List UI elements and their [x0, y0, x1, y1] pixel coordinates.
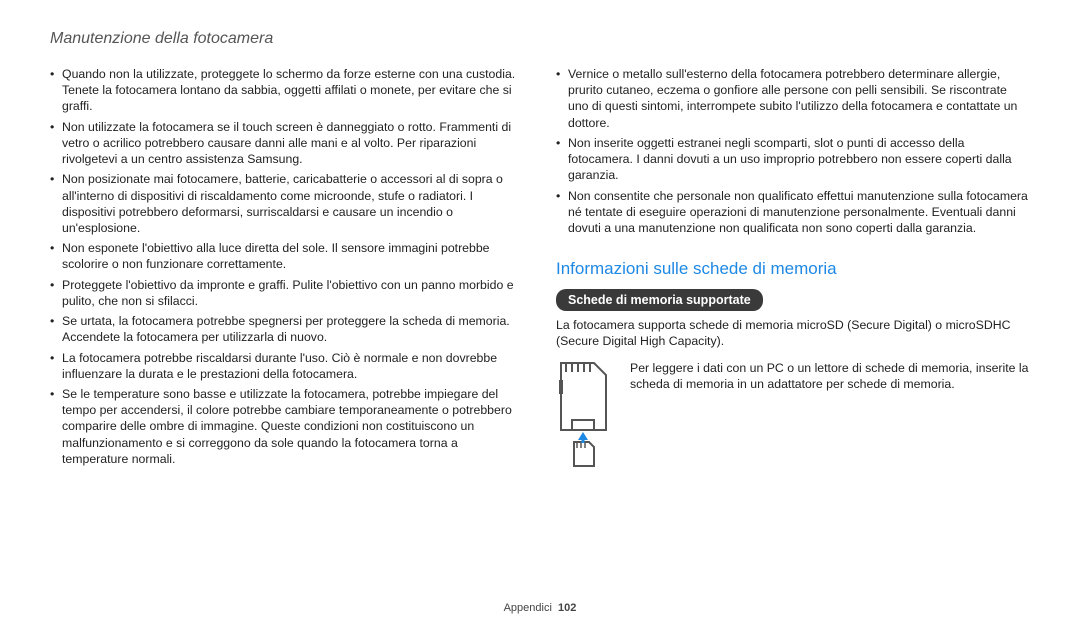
list-item: Quando non la utilizzate, proteggete lo … [50, 66, 524, 115]
two-column-layout: Quando non la utilizzate, proteggete lo … [50, 66, 1030, 471]
list-item: Vernice o metallo sull'esterno della fot… [556, 66, 1030, 131]
supported-cards-pill: Schede di memoria supportate [556, 289, 763, 312]
list-item: Se urtata, la fotocamera potrebbe spegne… [50, 313, 524, 345]
adapter-text: Per leggere i dati con un PC o un lettor… [630, 360, 1030, 392]
left-column: Quando non la utilizzate, proteggete lo … [50, 66, 524, 471]
list-item: La fotocamera potrebbe riscaldarsi duran… [50, 350, 524, 382]
right-column: Vernice o metallo sull'esterno della fot… [556, 66, 1030, 471]
footer-label: Appendici [504, 602, 552, 614]
list-item: Non inserite oggetti estranei negli scom… [556, 135, 1030, 184]
list-item: Non consentite che personale non qualifi… [556, 188, 1030, 237]
list-item: Non posizionate mai fotocamere, batterie… [50, 171, 524, 236]
memory-heading: Informazioni sulle schede di memoria [556, 258, 1030, 280]
right-bullet-list: Vernice o metallo sull'esterno della fot… [556, 66, 1030, 236]
sd-adapter-icon [556, 360, 616, 470]
list-item: Proteggete l'obiettivo da impronte e gra… [50, 277, 524, 309]
support-text: La fotocamera supporta schede di memoria… [556, 317, 1030, 349]
adapter-row: Per leggere i dati con un PC o un lettor… [556, 360, 1030, 470]
page-footer: Appendici 102 [0, 602, 1080, 614]
section-title: Manutenzione della fotocamera [50, 30, 1030, 48]
footer-page-number: 102 [558, 602, 576, 614]
document-page: Manutenzione della fotocamera Quando non… [0, 0, 1080, 630]
left-bullet-list: Quando non la utilizzate, proteggete lo … [50, 66, 524, 467]
list-item: Non esponete l'obiettivo alla luce diret… [50, 240, 524, 272]
list-item: Se le temperature sono basse e utilizzat… [50, 386, 524, 467]
list-item: Non utilizzate la fotocamera se il touch… [50, 119, 524, 168]
